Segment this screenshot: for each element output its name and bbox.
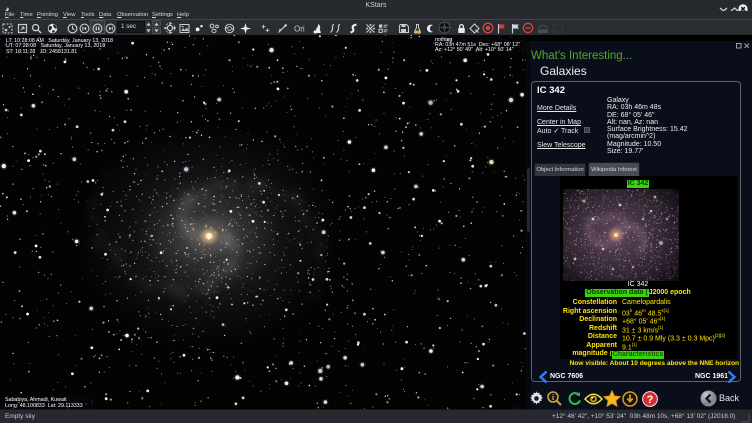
svg-text:?: ? bbox=[647, 394, 654, 406]
svg-text:Ori: Ori bbox=[294, 25, 305, 34]
